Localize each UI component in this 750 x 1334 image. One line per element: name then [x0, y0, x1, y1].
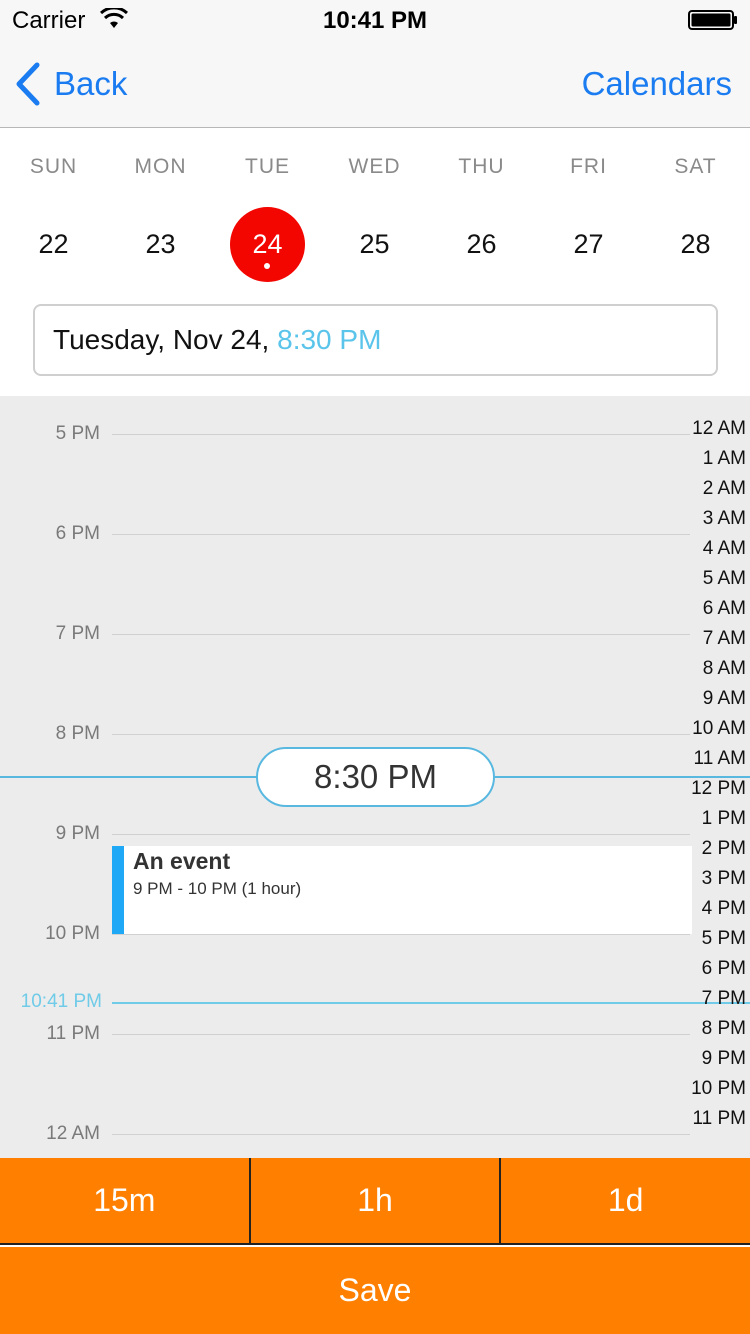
scrubber-hour-label[interactable]: 10 PM	[691, 1078, 746, 1100]
scrubber-hour-label[interactable]: 12 PM	[691, 778, 746, 800]
back-button[interactable]: Back	[14, 60, 127, 108]
hour-gridline	[112, 534, 690, 535]
hour-label: 12 AM	[46, 1123, 100, 1144]
scrubber-hour-label[interactable]: 3 PM	[702, 868, 746, 890]
day-number[interactable]: 27	[551, 207, 626, 282]
day-column-sun: SUN 22	[0, 129, 107, 295]
scrubber-hour-label[interactable]: 2 AM	[703, 478, 746, 500]
duration-15m-button[interactable]: 15m	[0, 1158, 249, 1243]
event-block[interactable]: An event 9 PM - 10 PM (1 hour)	[112, 846, 692, 934]
scrubber-hour-label[interactable]: 7 PM	[702, 988, 746, 1010]
hour-gridline	[112, 1134, 690, 1135]
scrubber-hour-label[interactable]: 2 PM	[702, 838, 746, 860]
scrubber-hour-label[interactable]: 7 AM	[703, 628, 746, 650]
selected-date-field[interactable]: Tuesday, Nov 24, 8:30 PM	[33, 304, 718, 376]
event-indicator-dot	[264, 263, 270, 269]
calendars-button[interactable]: Calendars	[582, 60, 732, 108]
scrubber-hour-label[interactable]: 5 AM	[703, 568, 746, 590]
day-name: SAT	[674, 155, 717, 178]
scrubber-hour-label[interactable]: 11 AM	[694, 748, 746, 770]
day-name: THU	[458, 155, 505, 178]
hour-gridline	[112, 834, 690, 835]
day-name: SUN	[29, 155, 78, 178]
hour-row: 8 PM	[0, 723, 750, 744]
hour-label: 7 PM	[55, 623, 100, 644]
hour-gridline	[112, 434, 690, 435]
hour-label: 11 PM	[46, 1023, 100, 1044]
day-number-label: 24	[252, 229, 283, 259]
hour-row: 7 PM	[0, 623, 750, 644]
day-number[interactable]: 25	[337, 207, 412, 282]
day-name: MON	[134, 155, 187, 178]
status-bar: Carrier 10:41 PM	[0, 0, 750, 40]
day-column-wed: WED 25	[321, 129, 428, 295]
scrubber-hour-label[interactable]: 5 PM	[702, 928, 746, 950]
day-name: FRI	[570, 155, 607, 178]
date-text: Tuesday, Nov 24,	[53, 324, 270, 355]
hour-label: 6 PM	[55, 523, 100, 544]
event-color-bar	[112, 846, 124, 934]
duration-1d-button[interactable]: 1d	[499, 1158, 750, 1243]
hour-label: 5 PM	[55, 423, 100, 444]
day-column-fri: FRI 27	[535, 129, 642, 295]
scrubber-hour-label[interactable]: 6 AM	[703, 598, 746, 620]
duration-1h-button[interactable]: 1h	[248, 1158, 500, 1243]
hour-label: 9 PM	[55, 823, 100, 844]
chevron-left-icon	[16, 62, 40, 106]
scrubber-hour-label[interactable]: 9 PM	[702, 1048, 746, 1070]
time-text: 8:30 PM	[277, 324, 382, 355]
scrubber-hour-label[interactable]: 9 AM	[703, 688, 746, 710]
scrubber-hour-label[interactable]: 11 PM	[692, 1108, 746, 1130]
status-time: 10:41 PM	[322, 7, 428, 34]
current-time-line	[112, 1002, 750, 1004]
navigation-bar: Back Calendars	[0, 40, 750, 128]
scrubber-hour-label[interactable]: 4 AM	[703, 538, 746, 560]
day-number[interactable]: 28	[658, 207, 733, 282]
hour-row: 6 PM	[0, 523, 750, 544]
day-timeline[interactable]: 5 PM 6 PM 7 PM 8 PM 9 PM 10 PM 11 PM 12 …	[0, 396, 750, 1158]
hour-row: 10 PM	[0, 923, 750, 944]
week-strip: SUN 22 MON 23 TUE 24 WED 25 THU 26 FRI 2…	[0, 129, 750, 295]
day-column-sat: SAT 28	[642, 129, 749, 295]
back-button-label: Back	[54, 65, 128, 102]
scrubber-hour-label[interactable]: 1 AM	[703, 448, 746, 470]
day-name: WED	[348, 155, 401, 178]
save-button[interactable]: Save	[0, 1247, 750, 1334]
scrubber-hour-label[interactable]: 10 AM	[692, 718, 746, 740]
scrubber-hour-label[interactable]: 3 AM	[703, 508, 746, 530]
hour-gridline	[112, 934, 690, 935]
scrubber-hour-label[interactable]: 8 AM	[703, 658, 746, 680]
day-number[interactable]: 22	[16, 207, 91, 282]
hour-label: 10 PM	[45, 923, 100, 944]
hour-row: 12 AM	[0, 1123, 750, 1144]
event-time-range: 9 PM - 10 PM (1 hour)	[133, 879, 302, 898]
selected-day-number[interactable]: 24	[230, 207, 305, 282]
hour-label: 8 PM	[55, 723, 100, 744]
hour-row: 11 PM	[0, 1023, 750, 1044]
hour-row: 5 PM	[0, 423, 750, 444]
scrubber-hour-label[interactable]: 12 AM	[692, 418, 746, 440]
day-column-tue: TUE 24	[214, 129, 321, 295]
day-number[interactable]: 23	[123, 207, 198, 282]
current-time-label: 10:41 PM	[20, 991, 102, 1012]
hour-row: 9 PM	[0, 823, 750, 844]
scrubber-hour-label[interactable]: 6 PM	[702, 958, 746, 980]
hour-gridline	[112, 634, 690, 635]
day-number[interactable]: 26	[444, 207, 519, 282]
hour-gridline	[112, 734, 690, 735]
duration-bar: 15m 1h 1d	[0, 1158, 750, 1245]
selected-time-handle[interactable]: 8:30 PM	[256, 747, 495, 807]
day-name: TUE	[245, 155, 290, 178]
scrubber-hour-label[interactable]: 1 PM	[702, 808, 746, 830]
event-title: An event	[133, 848, 231, 874]
battery-icon	[688, 10, 737, 30]
day-column-thu: THU 26	[428, 129, 535, 295]
day-column-mon: MON 23	[107, 129, 214, 295]
scrubber-hour-label[interactable]: 8 PM	[702, 1018, 746, 1040]
scrubber-hour-label[interactable]: 4 PM	[702, 898, 746, 920]
hour-gridline	[112, 1034, 690, 1035]
